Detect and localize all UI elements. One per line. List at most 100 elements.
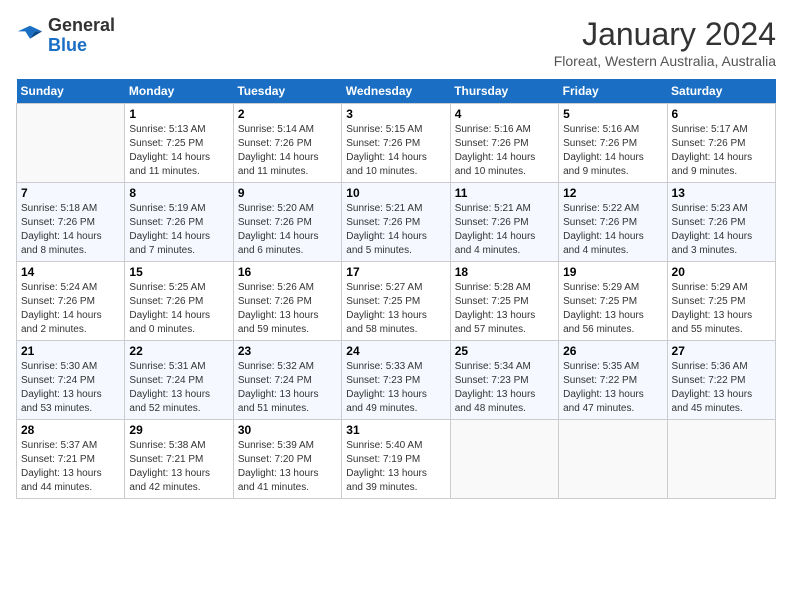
day-number: 19: [563, 265, 662, 279]
day-number: 31: [346, 423, 445, 437]
day-number: 25: [455, 344, 554, 358]
day-info: Sunrise: 5:21 AM Sunset: 7:26 PM Dayligh…: [455, 202, 554, 258]
day-info: Sunrise: 5:27 AM Sunset: 7:25 PM Dayligh…: [346, 281, 445, 337]
day-number: 27: [672, 344, 771, 358]
calendar-cell: 19Sunrise: 5:29 AM Sunset: 7:25 PM Dayli…: [559, 262, 667, 341]
page-header: General Blue January 2024 Floreat, Weste…: [16, 16, 776, 69]
calendar-cell: 23 Sunrise: 5:32 AM Sunset: 7:24 PM Dayli…: [233, 341, 341, 420]
day-number: 26: [563, 344, 662, 358]
day-of-week-header: Wednesday: [342, 79, 450, 104]
day-number: 21: [21, 344, 120, 358]
day-number: 4: [455, 107, 554, 121]
day-info: Sunrise: 5:16 AM Sunset: 7:26 PM Dayligh…: [455, 123, 554, 179]
logo-blue-text: Blue: [48, 35, 87, 55]
calendar-cell: 4 Sunrise: 5:16 AM Sunset: 7:26 PM Daylig…: [450, 104, 558, 183]
calendar-cell: 28 Sunrise: 5:37 AM Sunset: 7:21 PM Dayli…: [17, 420, 125, 499]
day-of-week-header: Friday: [559, 79, 667, 104]
calendar-cell: 24 Sunrise: 5:33 AM Sunset: 7:23 PM Dayli…: [342, 341, 450, 420]
calendar-cell: 27 Sunrise: 5:36 AM Sunset: 7:22 PM Dayli…: [667, 341, 775, 420]
day-number: 6: [672, 107, 771, 121]
calendar-cell: 5 Sunrise: 5:16 AM Sunset: 7:26 PM Daylig…: [559, 104, 667, 183]
calendar-cell: 18 Sunrise: 5:28 AM Sunset: 7:25 PM Dayli…: [450, 262, 558, 341]
day-info: Sunrise: 5:17 AM Sunset: 7:26 PM Dayligh…: [672, 123, 771, 179]
logo-icon: [16, 22, 44, 50]
calendar-cell: 2Sunrise: 5:14 AM Sunset: 7:26 PM Daylig…: [233, 104, 341, 183]
calendar-cell: [559, 420, 667, 499]
day-number: 13: [672, 186, 771, 200]
day-info: Sunrise: 5:14 AM Sunset: 7:26 PM Dayligh…: [238, 123, 337, 179]
calendar-cell: 16Sunrise: 5:26 AM Sunset: 7:26 PM Dayli…: [233, 262, 341, 341]
day-info: Sunrise: 5:16 AM Sunset: 7:26 PM Dayligh…: [563, 123, 662, 179]
day-number: 5: [563, 107, 662, 121]
calendar-cell: 7Sunrise: 5:18 AM Sunset: 7:26 PM Daylig…: [17, 183, 125, 262]
logo-general-text: General: [48, 15, 115, 35]
day-info: Sunrise: 5:18 AM Sunset: 7:26 PM Dayligh…: [21, 202, 120, 258]
calendar-cell: 25 Sunrise: 5:34 AM Sunset: 7:23 PM Dayli…: [450, 341, 558, 420]
day-info: Sunrise: 5:13 AM Sunset: 7:25 PM Dayligh…: [129, 123, 228, 179]
day-number: 16: [238, 265, 337, 279]
day-number: 22: [129, 344, 228, 358]
calendar-cell: 13 Sunrise: 5:23 AM Sunset: 7:26 PM Dayli…: [667, 183, 775, 262]
calendar-cell: 29Sunrise: 5:38 AM Sunset: 7:21 PM Dayli…: [125, 420, 233, 499]
calendar-cell: 3 Sunrise: 5:15 AM Sunset: 7:26 PM Daylig…: [342, 104, 450, 183]
day-info: Sunrise: 5:21 AM Sunset: 7:26 PM Dayligh…: [346, 202, 445, 258]
day-number: 11: [455, 186, 554, 200]
day-number: 20: [672, 265, 771, 279]
calendar-week-row: 7Sunrise: 5:18 AM Sunset: 7:26 PM Daylig…: [17, 183, 776, 262]
day-number: 15: [129, 265, 228, 279]
day-number: 28: [21, 423, 120, 437]
day-of-week-header: Saturday: [667, 79, 775, 104]
day-number: 12: [563, 186, 662, 200]
title-block: January 2024 Floreat, Western Australia,…: [554, 16, 776, 69]
calendar-cell: 8 Sunrise: 5:19 AM Sunset: 7:26 PM Daylig…: [125, 183, 233, 262]
day-info: Sunrise: 5:39 AM Sunset: 7:20 PM Dayligh…: [238, 439, 337, 495]
calendar-table: SundayMondayTuesdayWednesdayThursdayFrid…: [16, 79, 776, 499]
day-number: 1: [129, 107, 228, 121]
day-info: Sunrise: 5:23 AM Sunset: 7:26 PM Dayligh…: [672, 202, 771, 258]
day-number: 23: [238, 344, 337, 358]
calendar-cell: [450, 420, 558, 499]
calendar-week-row: 14 Sunrise: 5:24 AM Sunset: 7:26 PM Dayli…: [17, 262, 776, 341]
day-number: 17: [346, 265, 445, 279]
calendar-cell: 15 Sunrise: 5:25 AM Sunset: 7:26 PM Dayli…: [125, 262, 233, 341]
day-number: 8: [129, 186, 228, 200]
calendar-week-row: 28 Sunrise: 5:37 AM Sunset: 7:21 PM Dayli…: [17, 420, 776, 499]
day-number: 24: [346, 344, 445, 358]
day-info: Sunrise: 5:30 AM Sunset: 7:24 PM Dayligh…: [21, 360, 120, 416]
day-number: 29: [129, 423, 228, 437]
calendar-cell: 31Sunrise: 5:40 AM Sunset: 7:19 PM Dayli…: [342, 420, 450, 499]
calendar-cell: [17, 104, 125, 183]
calendar-cell: 6 Sunrise: 5:17 AM Sunset: 7:26 PM Daylig…: [667, 104, 775, 183]
day-info: Sunrise: 5:34 AM Sunset: 7:23 PM Dayligh…: [455, 360, 554, 416]
logo: General Blue: [16, 16, 115, 56]
calendar-cell: 21 Sunrise: 5:30 AM Sunset: 7:24 PM Dayli…: [17, 341, 125, 420]
day-info: Sunrise: 5:19 AM Sunset: 7:26 PM Dayligh…: [129, 202, 228, 258]
day-number: 9: [238, 186, 337, 200]
day-of-week-header: Sunday: [17, 79, 125, 104]
day-number: 30: [238, 423, 337, 437]
calendar-cell: 9 Sunrise: 5:20 AM Sunset: 7:26 PM Daylig…: [233, 183, 341, 262]
day-number: 10: [346, 186, 445, 200]
calendar-cell: 22Sunrise: 5:31 AM Sunset: 7:24 PM Dayli…: [125, 341, 233, 420]
calendar-cell: 1 Sunrise: 5:13 AM Sunset: 7:25 PM Daylig…: [125, 104, 233, 183]
day-info: Sunrise: 5:20 AM Sunset: 7:26 PM Dayligh…: [238, 202, 337, 258]
day-info: Sunrise: 5:28 AM Sunset: 7:25 PM Dayligh…: [455, 281, 554, 337]
day-number: 18: [455, 265, 554, 279]
day-info: Sunrise: 5:24 AM Sunset: 7:26 PM Dayligh…: [21, 281, 120, 337]
day-info: Sunrise: 5:32 AM Sunset: 7:24 PM Dayligh…: [238, 360, 337, 416]
day-info: Sunrise: 5:37 AM Sunset: 7:21 PM Dayligh…: [21, 439, 120, 495]
day-info: Sunrise: 5:36 AM Sunset: 7:22 PM Dayligh…: [672, 360, 771, 416]
day-info: Sunrise: 5:33 AM Sunset: 7:23 PM Dayligh…: [346, 360, 445, 416]
calendar-cell: [667, 420, 775, 499]
calendar-cell: 11 Sunrise: 5:21 AM Sunset: 7:26 PM Dayli…: [450, 183, 558, 262]
day-info: Sunrise: 5:15 AM Sunset: 7:26 PM Dayligh…: [346, 123, 445, 179]
day-info: Sunrise: 5:35 AM Sunset: 7:22 PM Dayligh…: [563, 360, 662, 416]
day-number: 3: [346, 107, 445, 121]
calendar-cell: 12 Sunrise: 5:22 AM Sunset: 7:26 PM Dayli…: [559, 183, 667, 262]
calendar-cell: 30 Sunrise: 5:39 AM Sunset: 7:20 PM Dayli…: [233, 420, 341, 499]
day-info: Sunrise: 5:25 AM Sunset: 7:26 PM Dayligh…: [129, 281, 228, 337]
calendar-cell: 26 Sunrise: 5:35 AM Sunset: 7:22 PM Dayli…: [559, 341, 667, 420]
day-info: Sunrise: 5:29 AM Sunset: 7:25 PM Dayligh…: [672, 281, 771, 337]
day-number: 14: [21, 265, 120, 279]
day-info: Sunrise: 5:22 AM Sunset: 7:26 PM Dayligh…: [563, 202, 662, 258]
